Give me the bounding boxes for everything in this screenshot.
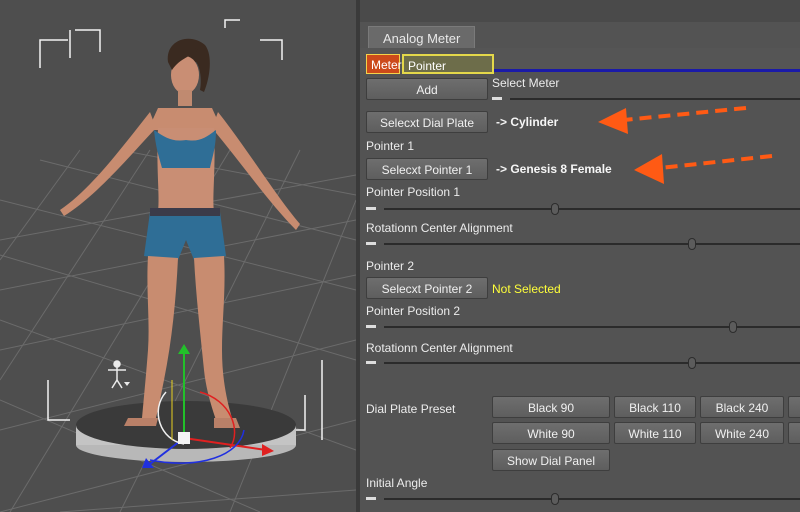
slider-thumb[interactable]: [729, 321, 738, 333]
analog-meter-panel: Analog Meter Meter Pointer Position Add …: [360, 0, 800, 512]
initial-angle-slider[interactable]: ▬: [366, 492, 800, 505]
select-dial-plate-button[interactable]: Selecxt Dial Plate: [366, 111, 488, 133]
select-pointer-2-button[interactable]: Selecxt Pointer 2: [366, 277, 488, 299]
panel-top-strip: [360, 0, 800, 22]
preset-extra-button-2[interactable]: [788, 422, 800, 444]
figure-pose-icon[interactable]: [108, 360, 130, 389]
dial-plate-value: -> Cylinder: [496, 115, 559, 129]
initial-angle-label: Initial Angle: [366, 476, 428, 490]
pointer-1-heading: Pointer 1: [366, 139, 415, 153]
preset-black-240-button[interactable]: Black 240: [700, 396, 784, 418]
slider-thumb[interactable]: [687, 238, 696, 250]
pointer-position-2-slider[interactable]: ▬: [366, 320, 800, 333]
annotation-arrow-genesis: [634, 154, 773, 184]
pointer-1-value: -> Genesis 8 Female: [496, 162, 612, 176]
dial-plate-preset-label: Dial Plate Preset: [366, 402, 456, 416]
pointer-position-2-label: Pointer Position 2: [366, 304, 461, 318]
pointer-position-1-slider[interactable]: ▬: [366, 202, 800, 215]
subtab-meter[interactable]: Meter: [366, 54, 402, 74]
pointer-2-heading: Pointer 2: [366, 259, 415, 273]
preset-black-90-button[interactable]: Black 90: [492, 396, 610, 418]
slider-thumb[interactable]: [687, 357, 696, 369]
preset-black-110-button[interactable]: Black 110: [614, 396, 696, 418]
tab-analog-meter[interactable]: Analog Meter: [368, 26, 476, 49]
rotation-center-1-slider[interactable]: ▬: [366, 237, 800, 250]
add-button[interactable]: Add: [366, 78, 488, 100]
subtab-pointer-position[interactable]: Pointer Position: [402, 54, 494, 93]
rotation-center-2-slider[interactable]: ▬: [366, 356, 800, 369]
select-meter-label: Select Meter: [492, 76, 560, 90]
show-dial-panel-button[interactable]: Show Dial Panel: [492, 449, 610, 471]
annotation-arrow-cylinder: [598, 106, 747, 134]
pointer-2-value: Not Selected: [492, 282, 561, 296]
pointer-position-1-label: Pointer Position 1: [366, 185, 461, 199]
select-pointer-1-button[interactable]: Selecxt Pointer 1: [366, 158, 488, 180]
slider-thumb[interactable]: [550, 203, 559, 215]
preset-extra-button-1[interactable]: [788, 396, 800, 418]
preset-white-90-button[interactable]: White 90: [492, 422, 610, 444]
rotation-center-2-label: Rotationn Center Alignment: [366, 341, 513, 355]
rotation-center-1-label: Rotationn Center Alignment: [366, 221, 513, 235]
slider-thumb[interactable]: [550, 493, 559, 505]
subtab-underline: [494, 69, 800, 72]
preset-white-240-button[interactable]: White 240: [700, 422, 784, 444]
3d-viewport[interactable]: [0, 0, 356, 512]
preset-white-110-button[interactable]: White 110: [614, 422, 696, 444]
